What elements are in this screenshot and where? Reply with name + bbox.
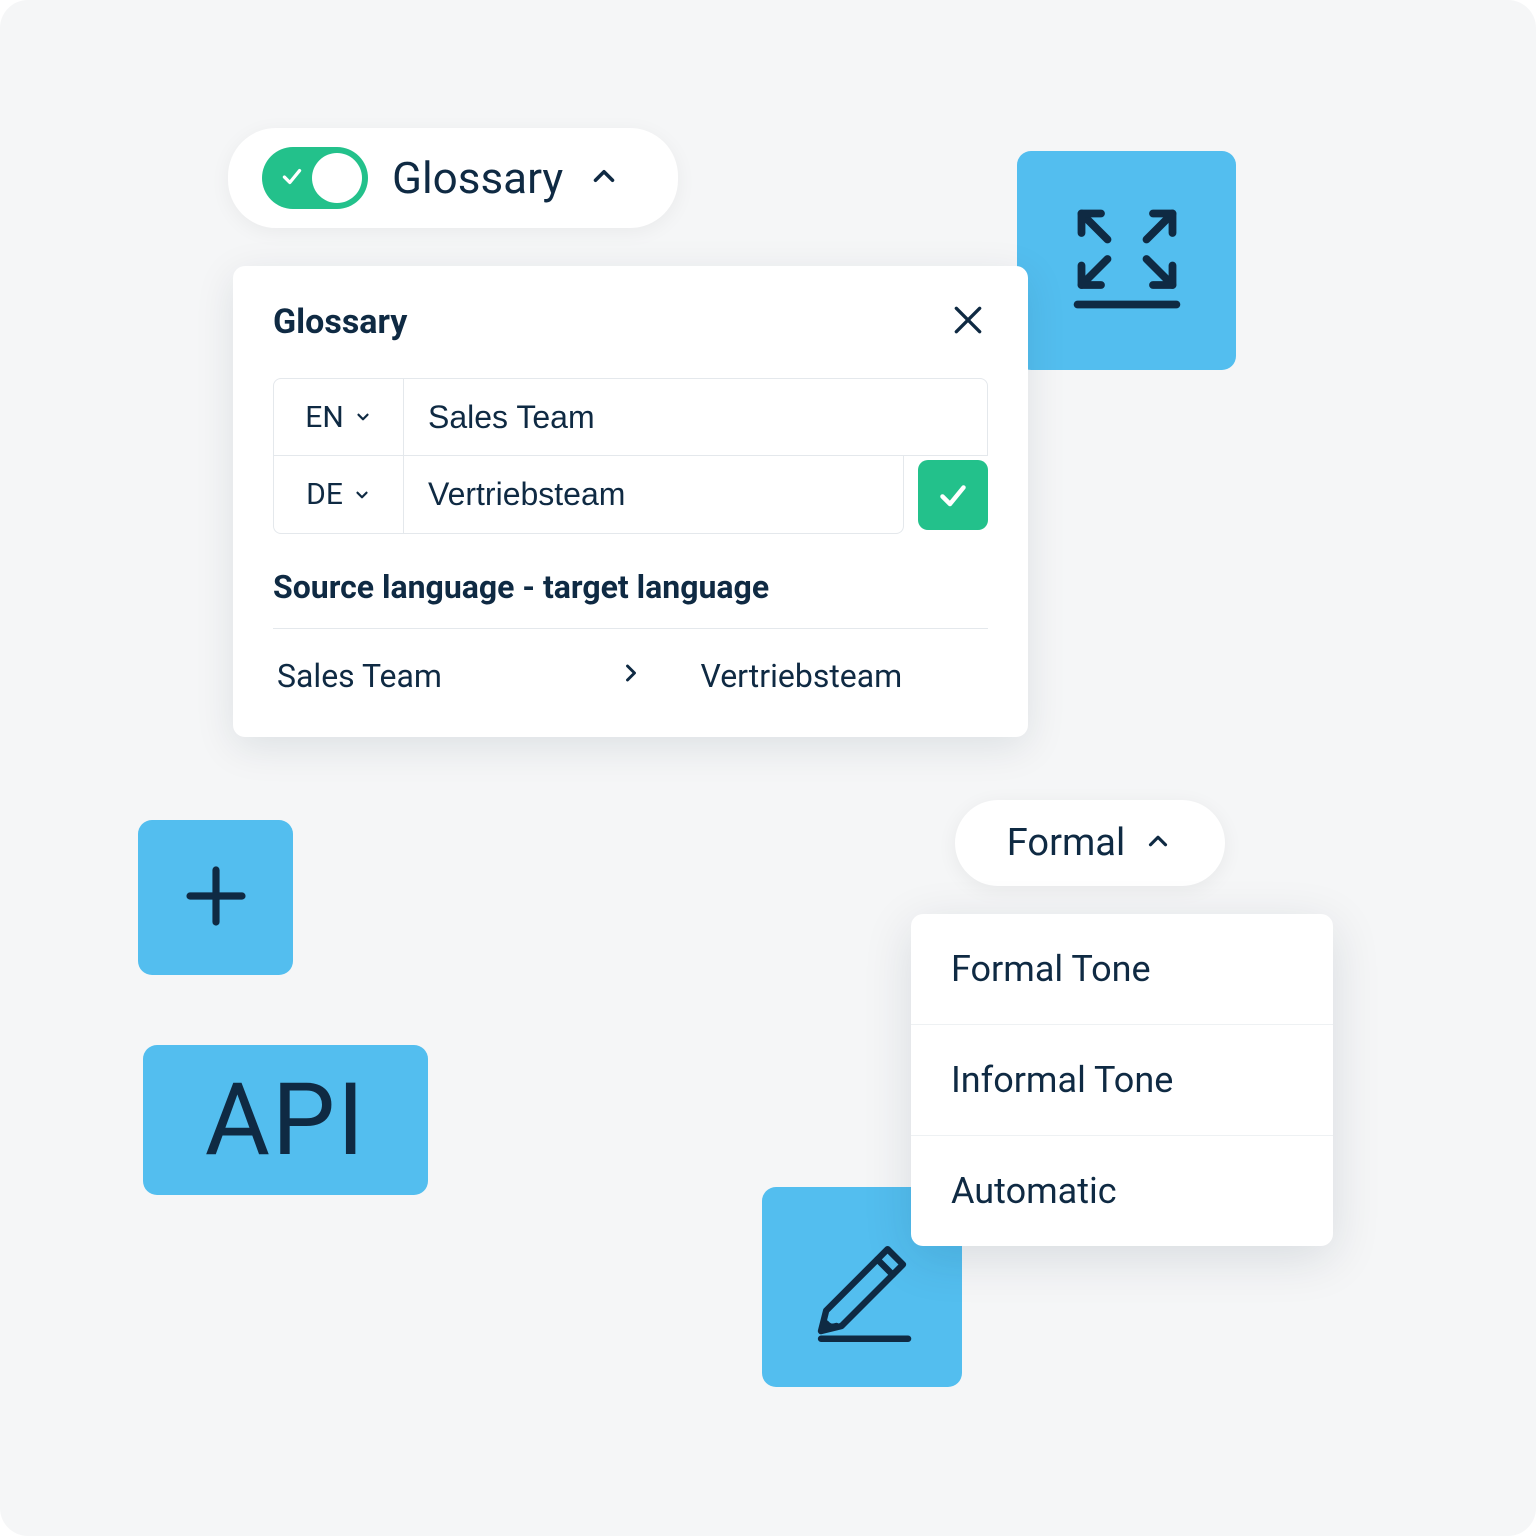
source-term-input[interactable] <box>404 379 987 455</box>
tone-option-automatic[interactable]: Automatic <box>911 1136 1333 1246</box>
glossary-toggle-label: Glossary <box>392 152 563 204</box>
switch-knob <box>312 153 362 203</box>
source-field-group: EN <box>273 378 988 456</box>
source-entry-row: EN <box>273 378 988 456</box>
chevron-right-icon <box>617 657 645 695</box>
expand-tile[interactable] <box>1017 151 1236 370</box>
mapping-section-label: Source language - target language <box>273 568 988 629</box>
api-tile[interactable]: API <box>143 1045 428 1195</box>
mapping-row[interactable]: Sales Team Vertriebsteam <box>273 651 988 701</box>
glossary-card-header: Glossary <box>273 300 988 344</box>
api-tile-label: API <box>205 1062 367 1179</box>
target-language-select[interactable]: DE <box>274 456 404 533</box>
source-language-code: EN <box>305 400 343 435</box>
glossary-entry-rows: EN DE <box>273 378 988 534</box>
chevron-up-icon <box>1143 826 1173 860</box>
source-language-select[interactable]: EN <box>274 379 404 455</box>
chevron-up-icon <box>587 159 621 197</box>
close-button[interactable] <box>948 300 988 344</box>
target-language-code: DE <box>306 477 343 512</box>
canvas: Glossary Glossary <box>0 0 1536 1536</box>
glossary-card-title: Glossary <box>273 302 407 342</box>
tone-selected-label: Formal <box>1007 821 1125 865</box>
glossary-toggle-pill[interactable]: Glossary <box>228 128 678 228</box>
glossary-switch[interactable] <box>262 147 368 209</box>
target-field-group: DE <box>273 456 904 534</box>
pencil-icon <box>798 1221 926 1353</box>
check-icon <box>935 477 971 513</box>
target-term-input[interactable] <box>404 456 903 533</box>
mapping-source: Sales Team <box>277 657 617 695</box>
confirm-entry-button[interactable] <box>918 460 988 530</box>
expand-icon <box>1062 194 1192 328</box>
check-icon <box>279 163 305 193</box>
chevron-down-icon <box>354 408 372 426</box>
tone-selector[interactable]: Formal <box>955 800 1225 886</box>
mapping-target: Vertriebsteam <box>645 657 903 695</box>
tone-dropdown-menu: Formal Tone Informal Tone Automatic <box>911 914 1333 1246</box>
chevron-down-icon <box>353 486 371 504</box>
target-entry-row: DE <box>273 456 988 534</box>
tone-option-informal[interactable]: Informal Tone <box>911 1025 1333 1136</box>
glossary-card: Glossary EN DE <box>233 266 1028 737</box>
tone-option-formal[interactable]: Formal Tone <box>911 914 1333 1025</box>
plus-icon <box>177 857 255 939</box>
add-tile[interactable] <box>138 820 293 975</box>
